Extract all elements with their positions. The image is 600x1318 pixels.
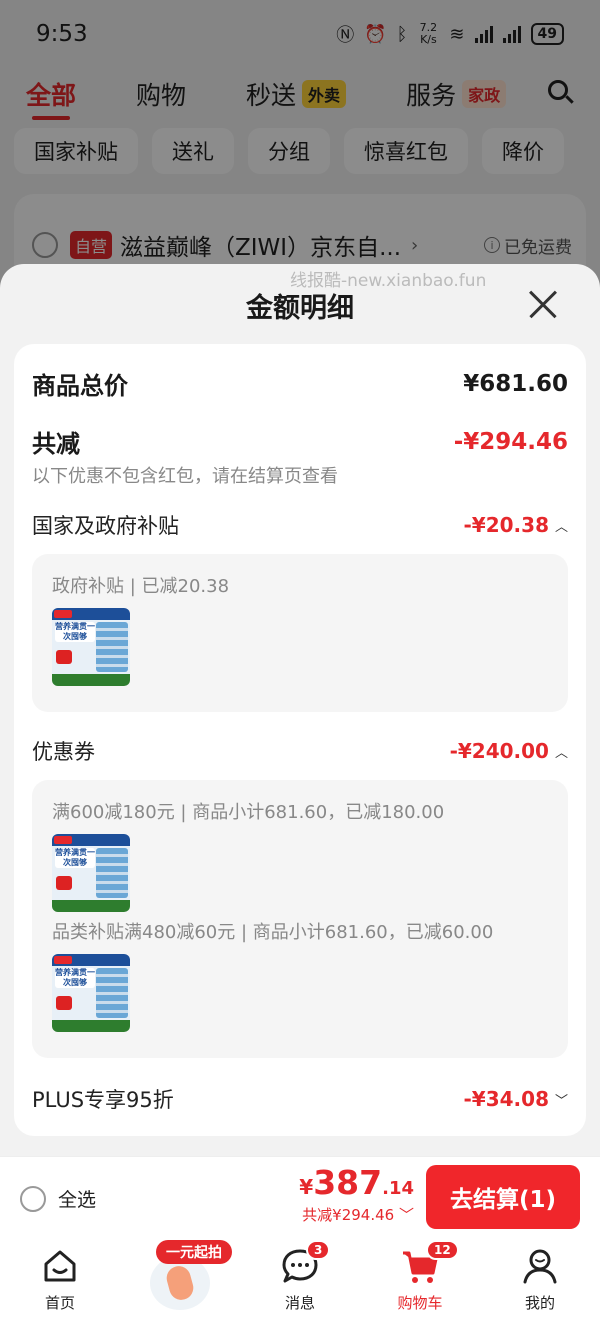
chevron-up-icon: ︿ xyxy=(554,519,568,535)
plus-discount-row[interactable]: PLUS专享95折 -¥34.08 ﹀ xyxy=(32,1084,568,1114)
saved-amount: 共减¥294.46 ﹀ xyxy=(302,1206,414,1224)
subsidy-row[interactable]: 国家及政府补贴 -¥20.38 ︿ xyxy=(32,510,568,540)
amount-detail-card: 商品总价 ¥681.60 共减 -¥294.46 以下优惠不包含红包，请在结算页… xyxy=(14,344,586,1136)
subsidy-value: -¥20.38 ︿ xyxy=(463,513,569,537)
subsidy-label: 国家及政府补贴 xyxy=(32,514,179,538)
tab-me[interactable]: 我的 xyxy=(480,1236,600,1318)
product-thumbnail[interactable]: 营养满贯一次囤够 xyxy=(52,608,130,686)
tab-cart-label: 购物车 xyxy=(397,1294,443,1312)
tab-home-label: 首页 xyxy=(44,1294,75,1312)
total-price-row: 商品总价 ¥681.60 xyxy=(32,366,568,401)
coupon-label: 优惠券 xyxy=(32,740,95,764)
checkout-button[interactable]: 去结算(1) xyxy=(426,1165,580,1229)
amount-detail-sheet: 线报酷-new.xianbao.fun 金额明细 商品总价 ¥681.60 共减… xyxy=(0,264,600,1156)
product-thumbnail[interactable]: 营养满贯一次囤够 xyxy=(52,954,130,1032)
subsidy-detail-box: 政府补贴 | 已减20.38 营养满贯一次囤够 xyxy=(32,554,568,712)
home-icon xyxy=(44,1250,76,1282)
person-icon xyxy=(523,1249,557,1284)
total-price-value: ¥681.60 xyxy=(463,370,568,397)
price-summary[interactable]: ¥387.14 共减¥294.46 ﹀ xyxy=(299,1163,414,1225)
cart-badge: 12 xyxy=(426,1240,459,1260)
tab-home[interactable]: 首页 xyxy=(0,1236,120,1318)
select-all-label: 全选 xyxy=(58,1189,97,1211)
chevron-up-icon: ︿ xyxy=(554,745,568,761)
promo-pill: 一元起拍 xyxy=(156,1240,232,1264)
messages-badge: 3 xyxy=(306,1240,331,1260)
coupon-detail-text-1: 满600减180元 | 商品小计681.60，已减180.00 xyxy=(52,802,445,823)
select-all[interactable]: 全选 xyxy=(20,1185,96,1212)
checkout-bar: 全选 ¥387.14 共减¥294.46 ﹀ 去结算(1) xyxy=(0,1156,600,1236)
plus-discount-value: -¥34.08 ﹀ xyxy=(463,1087,569,1111)
subsidy-detail-text: 政府补贴 | 已减20.38 xyxy=(52,576,230,597)
select-all-radio[interactable] xyxy=(20,1185,46,1212)
coupon-detail-text-2: 品类补贴满480减60元 | 商品小计681.60，已减60.00 xyxy=(52,922,494,943)
discount-note: 以下优惠不包含红包，请在结算页查看 xyxy=(32,466,338,487)
chevron-down-icon: ﹀ xyxy=(398,1206,414,1224)
total-discount-label: 共减 xyxy=(32,430,80,458)
tab-messages[interactable]: 3 消息 xyxy=(240,1236,360,1318)
final-price: ¥387.14 xyxy=(299,1163,414,1202)
coupon-detail-box: 满600减180元 | 商品小计681.60，已减180.00 营养满贯一次囤够… xyxy=(32,780,568,1058)
total-discount-value: -¥294.46 xyxy=(453,428,568,455)
tab-messages-label: 消息 xyxy=(284,1294,315,1312)
tab-me-label: 我的 xyxy=(524,1294,555,1312)
shrimp-icon xyxy=(150,1256,210,1310)
tab-cart[interactable]: 12 购物车 xyxy=(360,1236,480,1318)
chevron-down-icon: ﹀ xyxy=(554,1093,568,1109)
coupon-row[interactable]: 优惠券 -¥240.00 ︿ xyxy=(32,736,568,766)
product-thumbnail[interactable]: 营养满贯一次囤够 xyxy=(52,834,130,912)
close-icon[interactable] xyxy=(528,290,558,320)
bottom-tab-bar: 首页 一元起拍 3 消息 12 购物车 我的 xyxy=(0,1236,600,1318)
coupon-value: -¥240.00 ︿ xyxy=(449,739,568,763)
total-price-label: 商品总价 xyxy=(32,372,128,400)
plus-discount-label: PLUS专享95折 xyxy=(32,1088,174,1112)
tab-promo[interactable]: 一元起拍 xyxy=(120,1236,240,1318)
total-discount-row: 共减 -¥294.46 xyxy=(32,424,568,459)
sheet-title: 金额明细 xyxy=(246,293,354,324)
